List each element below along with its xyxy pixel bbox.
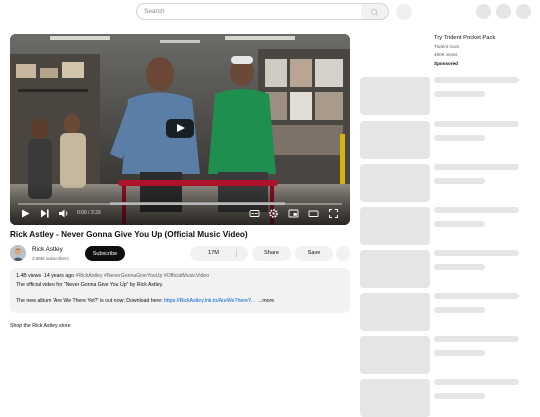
settings-icon[interactable]	[268, 208, 279, 219]
recommendation-thumbnail-placeholder	[360, 164, 430, 202]
more-actions-button[interactable]	[336, 246, 350, 261]
share-button[interactable]: Share	[252, 246, 291, 261]
album-link[interactable]: https://RickAstley.lnk.to/AreWeThereY...	[164, 298, 255, 304]
upload-age: 14 years ago	[43, 273, 74, 279]
recommendation-meta-placeholder	[434, 264, 485, 270]
recommendation-thumbnail-placeholder	[360, 379, 430, 417]
ad-views: 480K views	[434, 52, 458, 57]
subtitles-icon[interactable]	[249, 208, 260, 219]
recommendation-thumbnail-placeholder	[360, 121, 430, 159]
recommendation-meta-placeholder	[434, 221, 485, 227]
ad-title[interactable]: Try Trident Pocket Pack	[434, 35, 495, 41]
recommendation-thumbnail-placeholder	[360, 250, 430, 288]
ad-sponsored-label: Sponsored	[434, 61, 458, 66]
recommendation-meta-placeholder	[434, 307, 485, 313]
video-title: Rick Astley - Never Gonna Give You Up (O…	[10, 230, 248, 239]
play-icon	[177, 124, 185, 132]
recommendation-title-placeholder	[434, 379, 519, 385]
description-line-1: The official video for “Never Gonna Give…	[16, 282, 164, 288]
play-icon[interactable]	[20, 208, 31, 219]
voice-search-button[interactable]	[396, 4, 412, 20]
ad-brand: Trident Gum	[434, 44, 460, 49]
recommendation-title-placeholder	[434, 293, 519, 299]
recommendation-title-placeholder	[434, 336, 519, 342]
recommendation-meta-placeholder	[434, 91, 485, 97]
like-dislike-button[interactable]: 17M	[190, 246, 248, 261]
recommendation-thumbnail-placeholder	[360, 293, 430, 331]
search-input[interactable]	[144, 6, 354, 17]
subscribe-button[interactable]: Subscribe	[85, 246, 125, 261]
channel-avatar-image	[10, 245, 26, 261]
time-display: 0:00 / 3:33	[77, 210, 101, 216]
recommendation-title-placeholder	[434, 250, 519, 256]
search-icon	[370, 8, 378, 16]
like-divider	[236, 249, 237, 258]
description-line-2: The new album 'Are We There Yet?' is out…	[16, 298, 274, 304]
channel-name[interactable]: Rick Astley	[32, 246, 63, 253]
hashtags[interactable]: #RickAstley #NeverGonnaGiveYouUp #Offici…	[75, 273, 209, 279]
notifications-button[interactable]	[496, 4, 511, 19]
channel-avatar[interactable]	[10, 245, 26, 261]
shop-link[interactable]: Shop the Rick Astley store	[10, 323, 71, 329]
recommendation-thumbnail-placeholder	[360, 77, 430, 115]
fullscreen-icon[interactable]	[328, 208, 339, 219]
description-line-2-text: The new album 'Are We There Yet?' is out…	[16, 298, 163, 304]
create-button[interactable]	[476, 4, 491, 19]
recommendation-thumbnail-placeholder	[360, 336, 430, 374]
volume-icon[interactable]	[58, 208, 69, 219]
search-box[interactable]	[136, 3, 362, 20]
miniplayer-icon[interactable]	[288, 208, 299, 219]
recommendation-meta-placeholder	[434, 393, 485, 399]
recommendation-title-placeholder	[434, 77, 519, 83]
recommendation-title-placeholder	[434, 121, 519, 127]
save-button[interactable]: Save	[295, 246, 333, 261]
progress-bar[interactable]	[18, 203, 342, 205]
subscriber-count: 3.96M subscribers	[32, 256, 69, 261]
description-box[interactable]: 1.4B views 14 years ago #RickAstley #Nev…	[10, 268, 350, 313]
recommendation-meta-placeholder	[434, 178, 485, 184]
recommendation-meta-placeholder	[434, 135, 485, 141]
play-overlay-button[interactable]	[166, 119, 194, 138]
recommendation-meta-placeholder	[434, 350, 485, 356]
view-count: 1.4B views	[16, 273, 42, 279]
next-icon[interactable]	[39, 208, 50, 219]
recommendation-title-placeholder	[434, 164, 519, 170]
search-button[interactable]	[361, 3, 389, 20]
account-avatar[interactable]	[516, 4, 531, 19]
recommendation-title-placeholder	[434, 207, 519, 213]
like-count: 17M	[208, 250, 219, 256]
theater-icon[interactable]	[308, 208, 319, 219]
description-meta: 1.4B views 14 years ago #RickAstley #Nev…	[16, 273, 209, 279]
recommendation-thumbnail-placeholder	[360, 207, 430, 245]
show-more-button[interactable]: ...more	[258, 298, 274, 304]
